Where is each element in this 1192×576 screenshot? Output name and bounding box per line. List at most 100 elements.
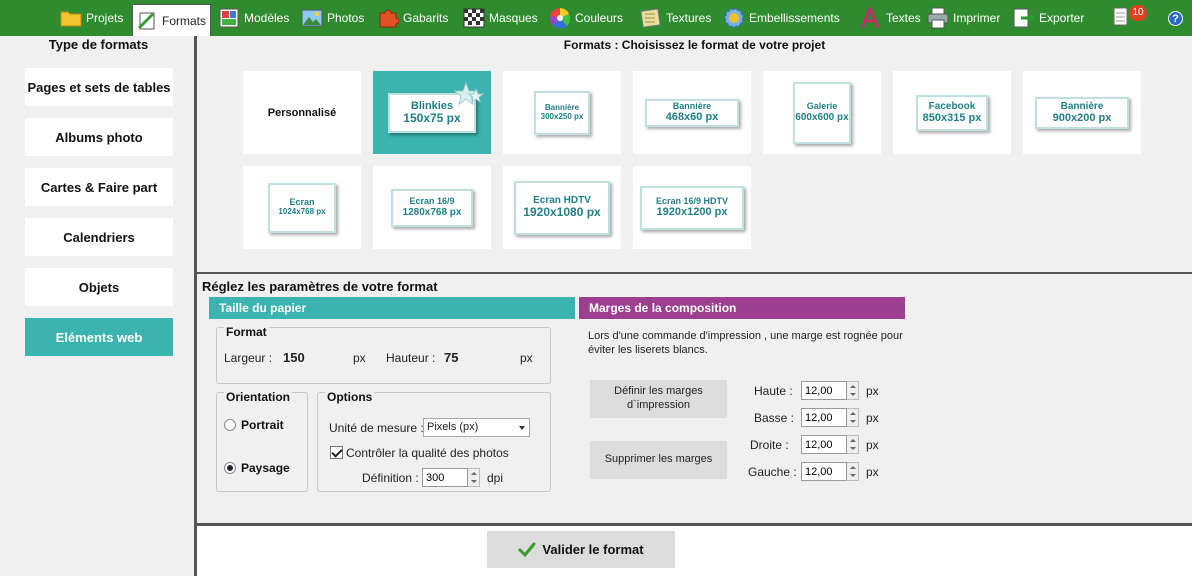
color-wheel-icon	[549, 8, 571, 29]
arrow-down-icon[interactable]	[847, 418, 858, 427]
quality-checkbox[interactable]	[330, 446, 343, 459]
width-value[interactable]: 150	[283, 350, 305, 365]
format-card-personnalise[interactable]: Personnalisé	[243, 71, 361, 154]
toolbar-embellissements[interactable]: Embellissements	[723, 3, 840, 33]
definition-unit: dpi	[487, 471, 504, 485]
format-card-ecran-1024x768[interactable]: Ecran 1024x768 px	[243, 166, 361, 249]
toolbar-label: Embellissements	[749, 11, 840, 25]
margin-left-input[interactable]	[801, 462, 847, 481]
margin-top-stepper[interactable]	[801, 381, 859, 400]
arrow-down-icon[interactable]	[847, 472, 858, 481]
arrow-up-icon[interactable]	[847, 463, 858, 472]
format-thumbnail: Bannière 468x60 px	[645, 98, 739, 127]
toolbar-label: Modèles	[244, 11, 290, 25]
arrow-down-icon[interactable]	[468, 478, 479, 487]
toolbar-label: Projets	[86, 11, 124, 25]
sidebar-title: Type de formats	[48, 37, 149, 52]
format-group-label: Format	[224, 325, 269, 339]
format-size: 900x200 px	[1052, 111, 1112, 124]
margin-bottom-input[interactable]	[801, 408, 847, 427]
toolbar-couleurs[interactable]: Couleurs	[549, 3, 623, 33]
format-card-ecran-16-9[interactable]: Ecran 16/9 1280x768 px	[373, 166, 491, 249]
define-margins-button[interactable]: Définir les marges d`impression	[590, 380, 727, 418]
notes-icon	[1112, 7, 1130, 30]
toolbar-gabarits[interactable]: Gabarits	[377, 3, 448, 33]
margin-right-stepper[interactable]	[801, 435, 859, 454]
remove-margins-button[interactable]: Supprimer les marges	[590, 441, 727, 479]
validate-label: Valider le format	[542, 542, 644, 557]
format-thumbnail: Ecran 1024x768 px	[268, 182, 336, 233]
sidebar-item-calendriers[interactable]: Calendriers	[25, 218, 173, 256]
notifications-button[interactable]: 10	[1112, 5, 1150, 30]
toolbar-textes[interactable]: Textes	[858, 3, 921, 33]
margin-left-label: Gauche :	[748, 465, 797, 479]
footer-area: Valider le format	[197, 526, 1192, 576]
sidebar-item-objets[interactable]: Objets	[25, 268, 173, 306]
margin-left-stepper[interactable]	[801, 462, 859, 481]
toolbar-exporter[interactable]: Exporter	[1013, 3, 1084, 33]
text-a-icon	[858, 7, 882, 29]
format-card-banniere-468x60[interactable]: Bannière 468x60 px	[633, 71, 751, 154]
arrow-up-icon[interactable]	[847, 436, 858, 445]
arrow-up-icon[interactable]	[847, 409, 858, 418]
format-thumbnail: Ecran 16/9 1280x768 px	[391, 188, 473, 227]
options-group: Options Unité de mesure : Pixels (px) Co…	[317, 390, 551, 492]
format-size: 150x75 px	[403, 110, 461, 125]
sidebar-item-elements-web[interactable]: Eléments web	[25, 318, 173, 356]
toolbar-photos[interactable]: Photos	[301, 3, 364, 33]
toolbar-textures[interactable]: Textures	[640, 3, 711, 33]
toolbar-formats[interactable]: Formats	[132, 4, 212, 36]
formats-icon	[136, 11, 158, 31]
format-size: 1024x768 px	[278, 207, 326, 217]
stepper-arrows	[847, 408, 859, 427]
landscape-label[interactable]: Paysage	[241, 461, 290, 475]
format-size: 1920x1080 px	[523, 205, 601, 220]
format-size: 600x600 px	[795, 111, 849, 123]
height-value[interactable]: 75	[444, 350, 458, 365]
format-card-facebook[interactable]: Facebook 850x315 px	[893, 71, 1011, 154]
toolbar-projets[interactable]: Projets	[60, 3, 123, 33]
unit-select[interactable]: Pixels (px)	[423, 418, 530, 437]
sidebar-item-pages[interactable]: Pages et sets de tables	[25, 68, 173, 106]
format-card-blinkies[interactable]: Blinkies 150x75 px	[373, 71, 491, 154]
arrow-down-icon[interactable]	[847, 445, 858, 454]
portrait-radio[interactable]	[224, 419, 236, 431]
arrow-down-icon[interactable]	[847, 391, 858, 400]
format-thumbnail: Blinkies 150x75 px	[388, 81, 484, 133]
margin-bottom-stepper[interactable]	[801, 408, 859, 427]
format-card-banniere-900x200[interactable]: Bannière 900x200 px	[1023, 71, 1141, 154]
toolbar-modeles[interactable]: Modèles	[218, 3, 289, 33]
stepper-arrows	[847, 435, 859, 454]
format-size: 1920x1200 px	[656, 206, 728, 219]
quality-label[interactable]: Contrôler la qualité des photos	[346, 446, 509, 460]
toolbar-masques[interactable]: Masques	[463, 3, 538, 33]
definition-stepper[interactable]	[422, 468, 480, 487]
format-card-galerie[interactable]: Galerie 600x600 px	[763, 71, 881, 154]
sidebar-item-cartes[interactable]: Cartes & Faire part	[25, 168, 173, 206]
margins-description: Lors d'une commande d'impression , une m…	[588, 330, 903, 357]
margins-header: Marges de la composition	[579, 297, 905, 319]
format-size: 468x60 px	[665, 111, 719, 124]
puzzle-icon	[377, 8, 399, 28]
validate-format-button[interactable]: Valider le format	[487, 531, 675, 568]
help-button[interactable]: ?	[1168, 6, 1183, 30]
arrow-up-icon[interactable]	[847, 382, 858, 391]
format-name: Bannière	[1060, 100, 1104, 112]
toolbar-label: Gabarits	[403, 11, 449, 25]
format-card-ecran-hdtv[interactable]: Ecran HDTV 1920x1080 px	[503, 166, 621, 249]
margin-right-input[interactable]	[801, 435, 847, 454]
star-icon	[454, 81, 484, 105]
definition-input[interactable]	[422, 468, 468, 487]
arrow-up-icon[interactable]	[468, 469, 479, 478]
toolbar-imprimer[interactable]: Imprimer	[927, 3, 1000, 33]
format-name: Ecran 16/9 HDTV	[655, 195, 729, 206]
height-label: Hauteur :	[386, 351, 436, 365]
unit-label: Unité de mesure :	[329, 421, 424, 435]
landscape-radio[interactable]	[224, 462, 236, 474]
sidebar-item-albums[interactable]: Albums photo	[25, 118, 173, 156]
chevron-down-icon	[519, 426, 525, 430]
format-card-ecran-16-9-hdtv[interactable]: Ecran 16/9 HDTV 1920x1200 px	[633, 166, 751, 249]
margin-top-input[interactable]	[801, 381, 847, 400]
format-card-banniere-300x250[interactable]: Bannière 300x250 px	[503, 71, 621, 154]
portrait-label[interactable]: Portrait	[241, 418, 284, 432]
